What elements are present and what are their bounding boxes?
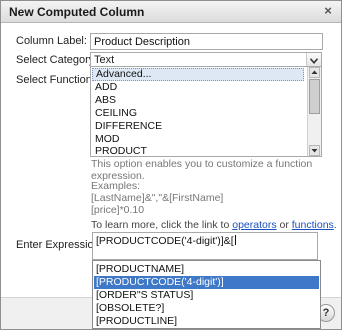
function-item-advanced[interactable]: Advanced...	[92, 68, 304, 81]
close-icon[interactable]: ×	[321, 3, 335, 19]
suggestion-item[interactable]: [PRODUCTNAME]	[94, 263, 319, 276]
learn-more-prefix: To learn more, click the link to	[91, 219, 233, 231]
expression-text: [PRODUCTCODE('4-digit')]&[	[96, 235, 234, 247]
scroll-down-button[interactable]	[309, 145, 320, 156]
function-item-difference[interactable]: DIFFERENCE	[92, 120, 304, 133]
example-line: [LastName]&","&[FirstName]	[91, 192, 224, 204]
function-item-product[interactable]: PRODUCT	[92, 145, 304, 156]
function-listbox[interactable]: Advanced... ADD ABS CEILING DIFFERENCE M…	[90, 66, 322, 157]
select-function-label: Select Function:	[16, 74, 95, 86]
select-category-label: Select Category:	[16, 54, 98, 66]
learn-more-suffix: .	[333, 219, 337, 231]
example-line: [price]*0.10	[91, 204, 145, 216]
category-selected-value: Text	[94, 54, 115, 66]
triangle-up-icon	[311, 70, 318, 74]
new-computed-column-dialog: New Computed Column × Column Label: Sele…	[0, 0, 342, 330]
function-description: This option enables you to customize a f…	[91, 158, 313, 182]
chevron-down-icon	[310, 58, 318, 64]
function-item-abs[interactable]: ABS	[92, 94, 304, 107]
triangle-down-icon	[311, 149, 318, 153]
learn-more-text: To learn more, click the link to operato…	[91, 219, 337, 231]
autocomplete-dropdown[interactable]: [PRODUCTNAME] [PRODUCTCODE('4-digit')] […	[92, 260, 321, 329]
column-label-label: Column Label:	[16, 35, 87, 47]
function-item-ceiling[interactable]: CEILING	[92, 107, 304, 120]
function-item-add[interactable]: ADD	[92, 81, 304, 94]
suggestion-item-selected[interactable]: [PRODUCTCODE('4-digit')]	[94, 276, 319, 289]
operators-link[interactable]: operators	[232, 219, 276, 231]
dialog-title: New Computed Column	[9, 5, 145, 19]
suggestion-item[interactable]: [PRODUCTLINE]	[94, 315, 319, 328]
functions-link[interactable]: functions	[292, 219, 334, 231]
suggestion-item[interactable]: [ORDER"S STATUS]	[94, 289, 319, 302]
suggestion-item[interactable]: [OBSOLETE?]	[94, 302, 319, 315]
text-caret	[234, 235, 236, 245]
enter-expression-label: Enter Expression:	[16, 239, 103, 251]
learn-more-or: or	[276, 219, 292, 231]
column-label-input[interactable]	[90, 33, 323, 50]
scroll-up-button[interactable]	[309, 67, 320, 78]
scrollbar-thumb[interactable]	[309, 79, 320, 114]
function-list-scrollbar[interactable]	[307, 67, 321, 156]
expression-input[interactable]: [PRODUCTCODE('4-digit')]&[	[92, 232, 318, 260]
dialog-titlebar: New Computed Column ×	[1, 1, 341, 23]
examples-heading: Examples:	[91, 180, 141, 192]
